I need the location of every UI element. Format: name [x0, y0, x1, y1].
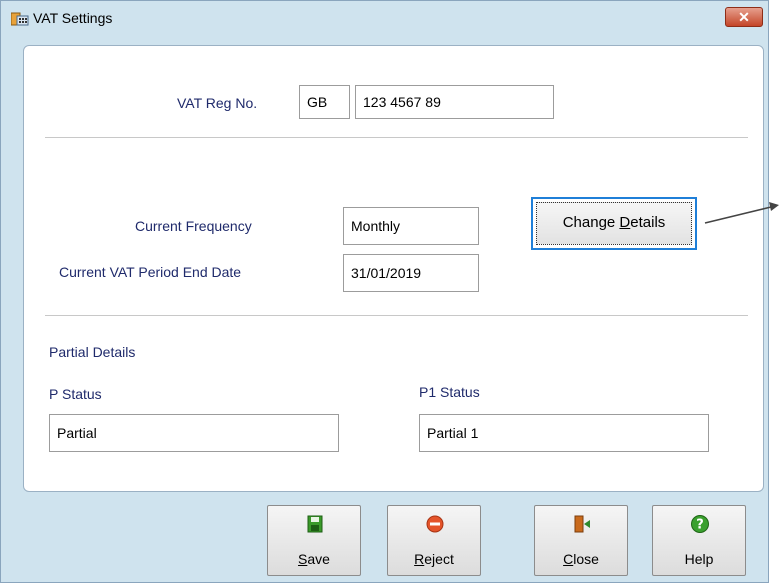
help-button[interactable]: ? Help [652, 505, 746, 576]
divider [45, 137, 748, 138]
p-status-label: P Status [49, 386, 102, 402]
vat-country-prefix-field[interactable]: GB [299, 85, 350, 119]
period-end-date-label: Current VAT Period End Date [59, 264, 242, 280]
divider [45, 315, 748, 316]
help-icon: ? [691, 515, 709, 533]
period-end-date-field: 31/01/2019 [343, 254, 479, 292]
current-frequency-field: Monthly [343, 207, 479, 245]
save-icon [307, 515, 323, 533]
p1-status-label: P1 Status [419, 384, 480, 400]
vat-settings-window: VAT Settings ✕ VAT Reg No. GB 123 4567 8… [0, 0, 779, 583]
calculator-icon [11, 12, 29, 26]
p1-status-field[interactable]: Partial 1 [419, 414, 709, 452]
vat-reg-number-field[interactable]: 123 4567 89 [355, 85, 554, 119]
annotation-arrow [704, 202, 779, 224]
partial-details-heading: Partial Details [49, 344, 136, 360]
save-button[interactable]: Save [267, 505, 361, 576]
p-status-field[interactable]: Partial [49, 414, 339, 452]
window-title: VAT Settings [33, 10, 113, 26]
vat-reg-label: VAT Reg No. [177, 95, 258, 111]
close-door-icon [574, 515, 590, 533]
change-details-button[interactable]: Change Details [531, 197, 697, 250]
current-frequency-label: Current Frequency [135, 218, 252, 234]
close-button[interactable]: Close [534, 505, 628, 576]
svg-text:?: ? [696, 518, 704, 533]
reject-button[interactable]: Reject [387, 505, 481, 576]
reject-icon [426, 515, 444, 533]
window-close-button[interactable]: ✕ [725, 7, 763, 27]
title-bar: VAT Settings ✕ [1, 1, 768, 35]
